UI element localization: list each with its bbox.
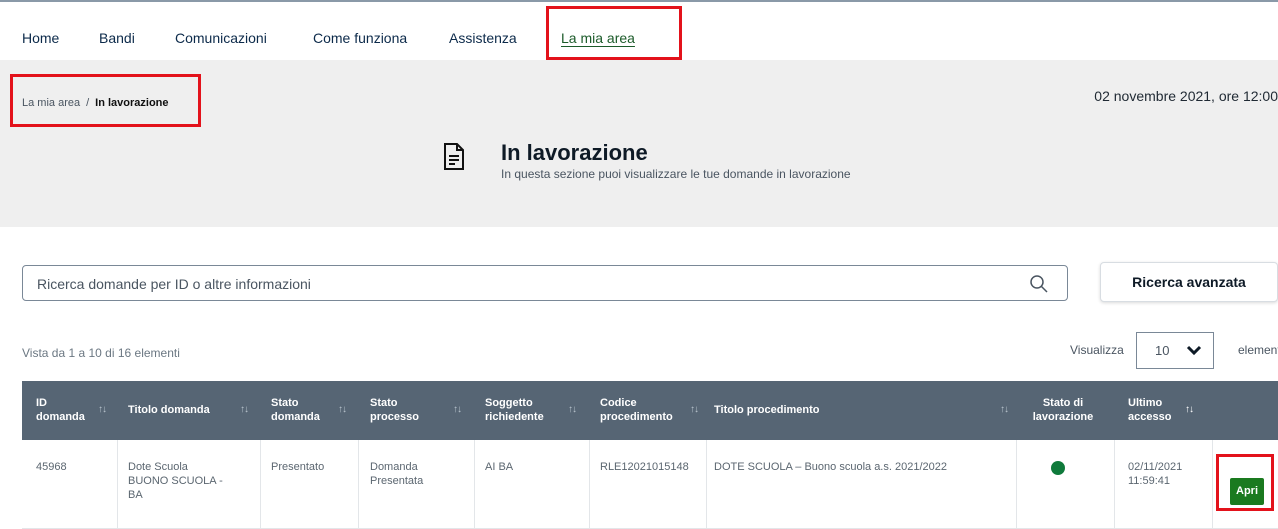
status-dot [1051,461,1065,475]
column-divider [474,440,475,529]
cell-stato-processo: Domanda Presentata [370,461,424,487]
cell-ultimo-accesso: 02/11/2021 11:59:41 [1128,461,1183,487]
datestamp: 02 novembre 2021, ore 12:00 [1094,88,1278,104]
sort-icon[interactable]: ↑↓ [453,404,462,415]
sort-icon[interactable]: ↑↓ [568,404,577,415]
cell-codice: RLE12021015148 [600,461,689,473]
nav-home[interactable]: Home [22,30,59,46]
page-size-label: Visualizza [1070,343,1124,357]
column-divider [117,440,118,529]
page-size-value: 10 [1155,343,1170,358]
nav-assistenza[interactable]: Assistenza [449,30,517,46]
nav-comunicazioni[interactable]: Comunicazioni [175,30,267,46]
nav-come-funziona[interactable]: Come funziona [313,30,407,46]
nav-highlight-box [546,6,682,60]
col-stato-lavorazione[interactable]: Stato di lavorazione [1024,396,1102,424]
page-size-suffix: elementi [1238,343,1278,357]
search-placeholder: Ricerca domande per ID o altre informazi… [37,276,311,292]
sort-icon[interactable]: ↑↓ [240,404,249,415]
main-nav: Home Bandi Comunicazioni Come funziona A… [0,2,1278,60]
col-soggetto[interactable]: Soggetto richiedente [485,396,555,424]
search-input[interactable]: Ricerca domande per ID o altre informazi… [22,265,1068,301]
column-divider [706,440,707,529]
col-stato-domanda[interactable]: Stato domanda [271,396,327,424]
column-divider [1212,440,1213,529]
column-divider [1114,440,1115,529]
cell-stato-domanda: Presentato [271,461,325,473]
document-icon [444,143,464,170]
col-id[interactable]: ID domanda [36,396,96,424]
column-divider [589,440,590,529]
col-codice[interactable]: Codice procedimento [600,396,680,424]
col-stato-processo[interactable]: Stato processo [370,396,424,424]
sort-icon[interactable]: ↑↓ [338,404,347,415]
col-ultimo-accesso[interactable]: Ultimo accesso [1128,396,1184,424]
results-count: Vista da 1 a 10 di 16 elementi [22,346,180,360]
table-row: 45968 Dote Scuola BUONO SCUOLA - BA Pres… [22,440,1278,529]
advanced-search-button[interactable]: Ricerca avanzata [1100,262,1278,302]
page-subtitle: In questa sezione puoi visualizzare le t… [501,167,851,181]
page-header: La mia area / In lavorazione 02 novembre 2… [0,60,1278,227]
cell-soggetto: AI BA [485,461,514,473]
cell-id: 45968 [36,461,67,473]
page-title: In lavorazione [501,140,648,165]
col-titolo-domanda[interactable]: Titolo domanda [128,403,210,417]
breadcrumb-highlight-box [10,74,201,127]
column-divider [260,440,261,529]
sort-icon[interactable]: ↑↓ [98,404,107,415]
nav-bandi[interactable]: Bandi [99,30,135,46]
cell-titolo-procedimento: DOTE SCUOLA – Buono scuola a.s. 2021/202… [714,461,947,473]
chevron-down-icon [1186,345,1202,356]
col-titolo-procedimento[interactable]: Titolo procedimento [714,403,820,417]
sort-icon[interactable]: ↑↓ [690,404,699,415]
column-divider [358,440,359,529]
page-size-select[interactable]: 10 [1136,332,1214,369]
column-divider [1016,440,1017,529]
cell-titolo-domanda: Dote Scuola BUONO SCUOLA - BA [128,461,223,501]
sort-icon[interactable]: ↑↓ [1000,404,1009,415]
table-header: ID domanda ↑↓ Titolo domanda ↑↓ Stato do… [22,381,1278,440]
search-icon[interactable] [1029,274,1049,294]
open-highlight-box [1216,454,1274,511]
sort-icon[interactable]: ↑↓ [1185,404,1194,415]
